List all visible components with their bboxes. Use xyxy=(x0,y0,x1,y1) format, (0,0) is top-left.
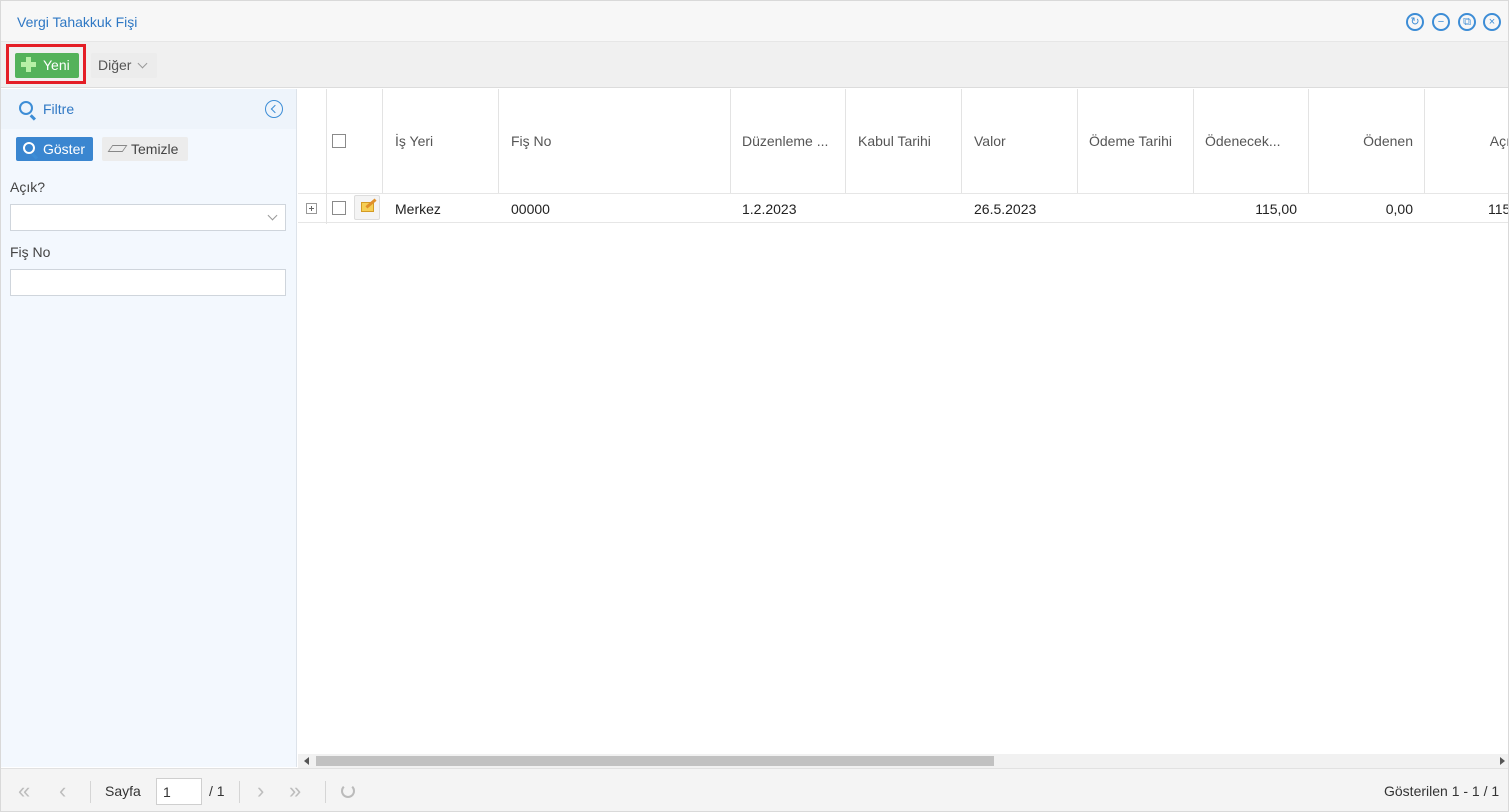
last-page-icon[interactable]: » xyxy=(289,780,301,802)
collapse-panel-button[interactable] xyxy=(265,100,283,118)
chevron-down-icon xyxy=(267,210,278,221)
receipt-no-filter-input[interactable] xyxy=(10,269,286,296)
minimize-icon[interactable]: − xyxy=(1432,13,1450,31)
refresh-icon[interactable]: ↻ xyxy=(1406,13,1424,31)
close-icon[interactable]: × xyxy=(1483,13,1501,31)
chevron-down-icon xyxy=(137,58,148,69)
new-button[interactable]: Yeni xyxy=(15,53,79,78)
page-number-input[interactable]: 1 xyxy=(156,778,202,805)
previous-page-icon[interactable]: ‹ xyxy=(59,780,66,802)
horizontal-scrollbar[interactable] xyxy=(298,754,1508,768)
expand-row-icon[interactable] xyxy=(306,203,317,214)
eraser-icon xyxy=(107,145,128,152)
column-header-payable[interactable]: Ödenecek... xyxy=(1205,133,1300,149)
plus-icon xyxy=(21,57,36,72)
cell-value-date: 26.5.2023 xyxy=(974,201,1037,217)
column-header-receipt-no[interactable]: Fiş No xyxy=(511,133,721,149)
page-label: Sayfa xyxy=(105,783,141,799)
cell-payable: 115,00 xyxy=(1255,201,1297,217)
clear-button-label: Temizle xyxy=(131,141,179,157)
column-header-workplace[interactable]: İş Yeri xyxy=(395,133,490,149)
window-title: Vergi Tahakkuk Fişi xyxy=(17,14,138,30)
clear-button[interactable]: Temizle xyxy=(102,137,188,161)
toolbar xyxy=(1,42,1508,88)
row-checkbox[interactable] xyxy=(332,201,346,215)
table-row[interactable]: Merkez 00000 1.2.2023 26.5.2023 115,00 0… xyxy=(298,193,1509,224)
select-all-checkbox[interactable] xyxy=(332,134,346,148)
cell-workplace: Merkez xyxy=(395,201,441,217)
column-header-open[interactable]: Açı xyxy=(1436,133,1508,149)
column-header-issue-date[interactable]: Düzenleme ... xyxy=(742,133,837,149)
filter-header: Filtre xyxy=(1,89,296,129)
refresh-icon[interactable] xyxy=(341,784,355,798)
window: Vergi Tahakkuk Fişi ↻ − ⧉ × Yeni Diğer F… xyxy=(0,0,1509,812)
open-filter-select[interactable] xyxy=(10,204,286,231)
title-bar: Vergi Tahakkuk Fişi ↻ − ⧉ × xyxy=(1,1,1508,42)
column-header-payment-date[interactable]: Ödeme Tarihi xyxy=(1089,133,1184,149)
column-header-value-date[interactable]: Valor xyxy=(974,133,1069,149)
edit-record-button[interactable] xyxy=(354,195,380,220)
cell-receipt-no: 00000 xyxy=(511,201,550,217)
filter-panel: Filtre Göster Temizle Açık? Fiş No xyxy=(1,89,297,767)
cell-open: 115 xyxy=(1488,201,1509,217)
pagination-bar: « ‹ Sayfa 1 / 1 › » Gösterilen 1 - 1 / 1 xyxy=(1,768,1508,811)
other-menu-button[interactable]: Diğer xyxy=(91,53,157,78)
grid-header: İş Yeri Fiş No Düzenleme ... Kabul Tarih… xyxy=(298,89,1508,193)
show-button-label: Göster xyxy=(43,141,86,157)
column-header-acceptance-date[interactable]: Kabul Tarihi xyxy=(858,133,953,149)
search-icon xyxy=(23,142,35,154)
open-filter-label: Açık? xyxy=(10,179,46,195)
scroll-right-icon[interactable] xyxy=(1500,757,1505,765)
restore-icon[interactable]: ⧉ xyxy=(1458,13,1476,31)
search-icon xyxy=(19,101,33,115)
page-number-value: 1 xyxy=(163,784,171,800)
cell-paid: 0,00 xyxy=(1385,201,1413,217)
first-page-icon[interactable]: « xyxy=(18,780,30,802)
other-menu-label: Diğer xyxy=(98,57,132,73)
data-grid: İş Yeri Fiş No Düzenleme ... Kabul Tarih… xyxy=(298,89,1509,754)
cell-issue-date: 1.2.2023 xyxy=(742,201,797,217)
scrollbar-thumb[interactable] xyxy=(316,756,994,766)
record-summary: Gösterilen 1 - 1 / 1 xyxy=(1384,783,1500,799)
receipt-no-filter-label: Fiş No xyxy=(10,244,51,260)
new-button-label: Yeni xyxy=(43,57,70,73)
scroll-left-icon[interactable] xyxy=(304,757,309,765)
next-page-icon[interactable]: › xyxy=(257,780,264,802)
column-header-paid[interactable]: Ödenen xyxy=(1320,133,1413,149)
page-total: / 1 xyxy=(209,783,225,799)
filter-title: Filtre xyxy=(43,101,75,117)
show-button[interactable]: Göster xyxy=(16,137,93,161)
